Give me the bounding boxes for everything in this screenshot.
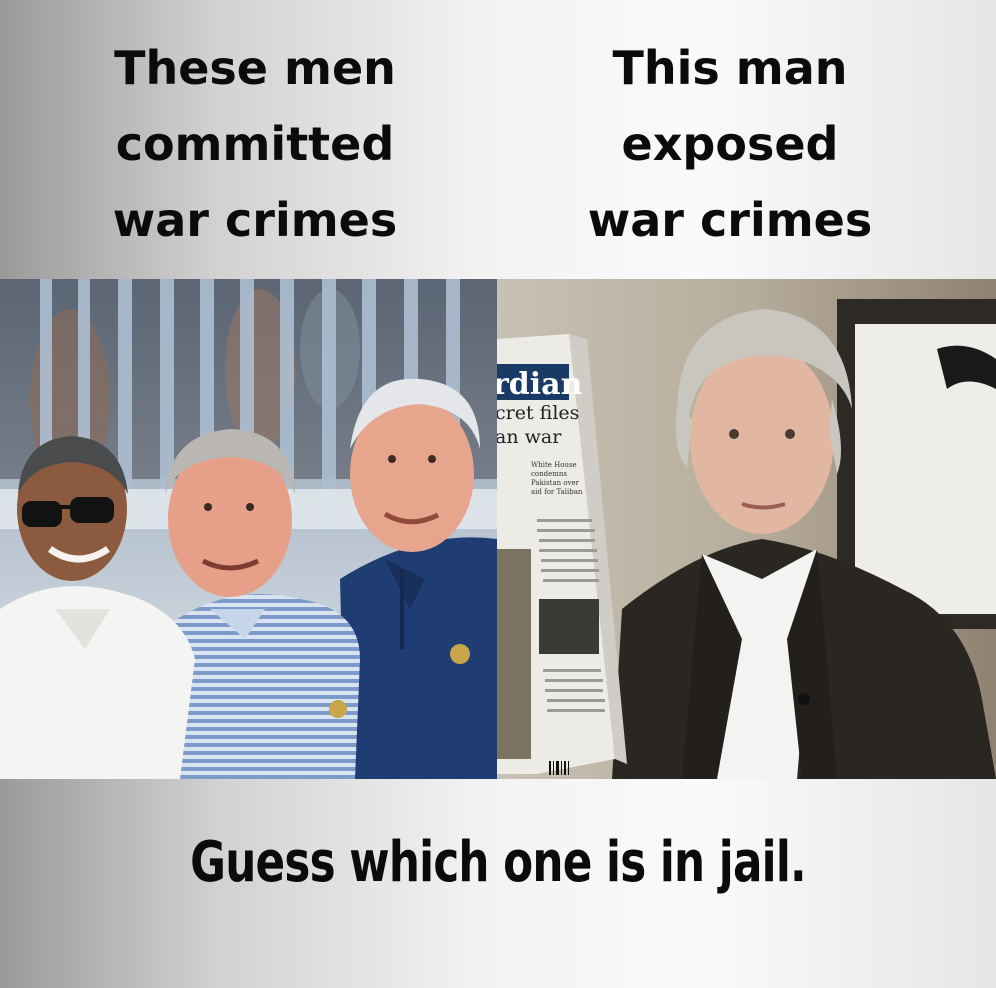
left-caption-line-2: committed: [115, 117, 395, 171]
newspaper-headline-2: an war: [497, 426, 562, 448]
left-caption: These men committed war crimes: [45, 30, 465, 258]
right-caption: This man exposed war crimes: [520, 30, 940, 258]
punchline: Guess which one is in jail.: [190, 830, 806, 895]
right-caption-line-1: This man: [612, 41, 848, 95]
newspaper-subhead-1: White House: [531, 461, 577, 469]
newspaper-headline-1: cret files: [497, 402, 579, 424]
left-caption-line-3: war crimes: [112, 193, 398, 247]
right-photo-illustration: rdian cret files an war White House cond…: [497, 279, 996, 779]
meme-image: These men committed war crimes This man …: [0, 0, 996, 988]
left-photo: [0, 279, 497, 779]
left-caption-line-1: These men: [114, 41, 396, 95]
right-caption-line-3: war crimes: [587, 193, 873, 247]
left-photo-illustration: [0, 279, 497, 779]
newspaper-subhead-3: Pakistan over: [531, 479, 580, 487]
newspaper-masthead: rdian: [497, 367, 583, 402]
newspaper-subhead-2: condemns: [531, 470, 567, 478]
photo-strip: rdian cret files an war White House cond…: [0, 279, 996, 779]
newspaper-subhead-4: aid for Taliban: [531, 488, 583, 496]
right-caption-line-2: exposed: [621, 117, 839, 171]
right-photo: rdian cret files an war White House cond…: [497, 279, 996, 779]
